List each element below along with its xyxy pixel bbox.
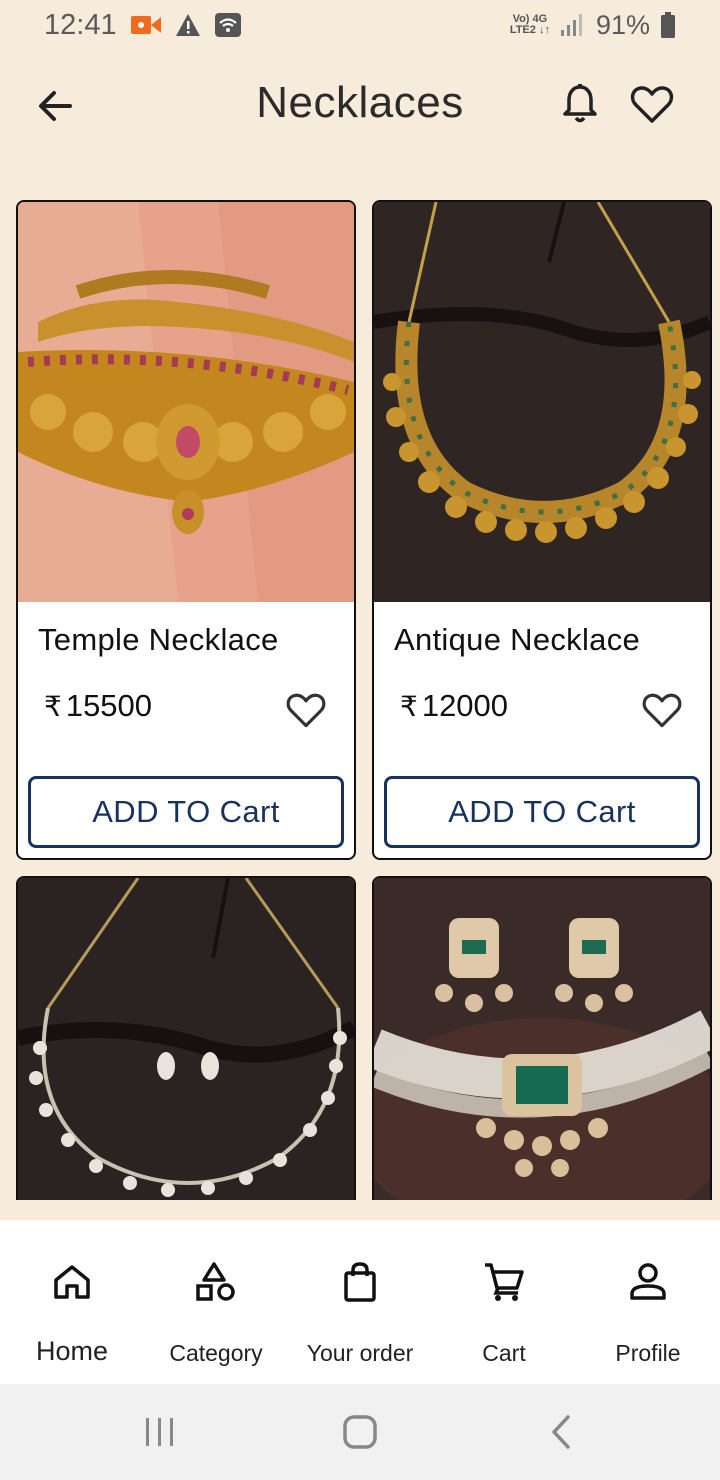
bell-icon [563,84,597,123]
product-price: ₹ 15500 [44,688,152,724]
nav-item-home[interactable]: Home [0,1220,144,1384]
shopping-bag-icon [344,1262,376,1302]
profile-icon [630,1263,666,1300]
add-to-cart-button[interactable]: ADD TO Cart [384,776,700,848]
home-icon [54,1265,90,1299]
battery-percentage: 91% [595,9,650,40]
category-icon [196,1262,235,1301]
heart-icon [642,693,682,728]
favorites-button[interactable] [628,80,676,128]
nav-label-cart: Cart [482,1340,526,1366]
wishlist-button[interactable] [284,688,328,732]
product-image-temple-necklace[interactable] [18,202,354,602]
antique-necklace-photo [374,202,710,602]
product-name: Antique Necklace [394,622,641,657]
status-left-icons [130,13,241,37]
product-price: ₹ 12000 [400,688,508,724]
wishlist-button[interactable] [640,688,684,732]
recent-apps-button[interactable] [140,1412,180,1452]
nav-item-profile[interactable]: Profile [576,1220,720,1384]
product-image-antique-necklace[interactable] [374,202,710,602]
diamond-necklace-photo [18,878,354,1200]
home-square-icon [343,1415,377,1449]
product-name: Temple Necklace [38,622,279,657]
product-image-4[interactable] [374,878,710,1200]
rupee-symbol: ₹ [44,690,62,722]
notifications-button[interactable] [558,82,602,126]
rupee-symbol: ₹ [400,690,418,722]
system-navigation-bar [0,1384,720,1480]
heart-icon [630,86,674,123]
app-header: Necklaces [0,60,720,150]
network-indicator: Vo) 4G LTE2 ↓↑ [510,14,550,36]
kundan-choker-photo [374,878,710,1200]
price-value: 12000 [421,688,509,723]
product-grid: Temple Necklace ₹ 15500 ADD TO Cart Anti… [16,200,712,1200]
bottom-navigation: Home Category Your order Cart Profile [0,1220,720,1384]
status-time: 12:41 [44,8,117,41]
system-back-button[interactable] [542,1412,582,1452]
product-card-4[interactable] [372,876,712,1200]
page-title: Necklaces [256,78,464,127]
nav-label-category: Category [169,1340,263,1366]
wifi-icon [214,13,241,37]
home-system-button[interactable] [340,1412,380,1452]
status-right: Vo) 4G LTE2 ↓↑ 91% [510,10,676,41]
warning-icon [175,14,200,36]
status-bar: 12:41 Vo) 4G LTE2 ↓↑ 91% [0,0,720,50]
nav-label-your-order: Your order [306,1340,414,1366]
price-value: 15500 [65,688,153,723]
product-card-3[interactable] [16,876,356,1200]
nav-item-category[interactable]: Category [144,1220,288,1384]
signal-icon [560,14,582,36]
chevron-left-icon [552,1415,570,1449]
recent-apps-icon [146,1418,173,1446]
battery-icon [661,12,675,38]
cart-icon [485,1263,524,1301]
nav-item-your-order[interactable]: Your order [288,1220,432,1384]
nav-label-home: Home [35,1336,109,1366]
product-image-3[interactable] [18,878,354,1200]
product-card-temple-necklace[interactable]: Temple Necklace ₹ 15500 ADD TO Cart [16,200,356,860]
video-camera-icon [130,16,161,34]
network-label-bottom: LTE2 ↓↑ [509,24,550,36]
temple-necklace-photo [18,202,354,602]
add-to-cart-button[interactable]: ADD TO Cart [28,776,344,848]
nav-label-profile: Profile [615,1340,681,1366]
product-card-antique-necklace[interactable]: Antique Necklace ₹ 12000 ADD TO Cart [372,200,712,860]
heart-icon [286,693,326,728]
nav-item-cart[interactable]: Cart [432,1220,576,1384]
